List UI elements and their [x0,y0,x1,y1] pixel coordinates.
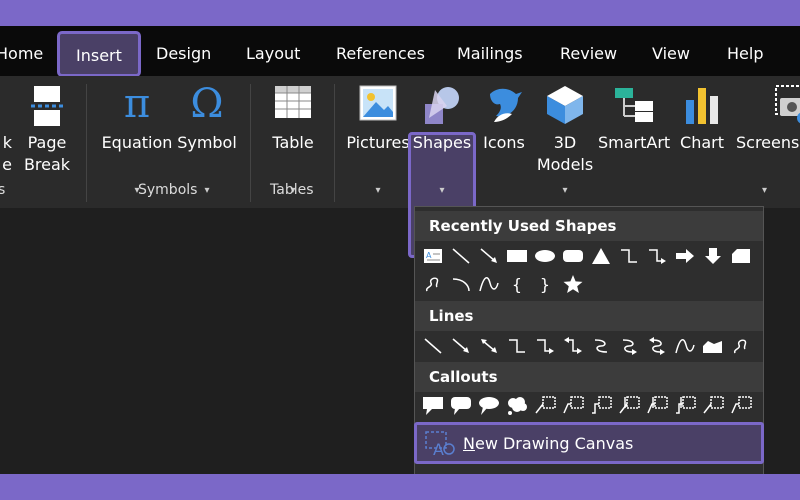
pi-icon: π [123,81,151,127]
chart-button[interactable]: Chart [674,76,730,208]
right-arrow-icon[interactable] [671,243,699,269]
line-icon[interactable] [447,243,475,269]
group-divider [334,84,335,202]
table-icon [273,84,313,126]
curved-arrow-icon[interactable] [615,333,643,359]
triangle-icon[interactable] [587,243,615,269]
smartart-button[interactable]: SmartArt [598,76,670,208]
rectangular-callout-icon[interactable] [419,393,447,419]
tab-review[interactable]: Review [560,26,617,76]
tab-layout[interactable]: Layout [246,26,300,76]
line-callout-2-icon[interactable] [559,393,587,419]
arc-icon[interactable] [447,271,475,297]
arrow-line-icon[interactable] [475,243,503,269]
tab-mailings[interactable]: Mailings [457,26,523,76]
left-brace-icon[interactable]: { [503,271,531,297]
new-drawing-canvas-item[interactable]: A New Drawing Canvas [414,422,764,464]
tab-insert[interactable]: Insert [57,31,141,77]
recent-shapes-row: A [419,243,755,269]
bordered-callout-2-icon[interactable] [727,393,755,419]
elbow-double-arrow-icon[interactable] [559,333,587,359]
svg-text:A: A [426,251,432,260]
shapes-icon [421,84,463,132]
cube-icon [545,84,585,132]
rounded-callout-icon[interactable] [447,393,475,419]
line-callout-3-icon[interactable] [587,393,615,419]
icons-button[interactable]: Icons [476,76,532,208]
down-arrow-icon[interactable] [699,243,727,269]
line-callout-accent-2-icon[interactable] [643,393,671,419]
elbow-arrow-connector-icon[interactable] [643,243,671,269]
drawing-canvas-icon: A [425,431,455,461]
page-break-button[interactable]: Page Break [20,76,74,208]
curve-icon[interactable] [475,271,503,297]
curved-connector-icon[interactable] [587,333,615,359]
pictures-button[interactable]: Pictures ▾ [346,76,410,208]
screenshot-button[interactable]: Screenshot ▾ [736,76,800,208]
curved-double-arrow-icon[interactable] [643,333,671,359]
page-break-icon [29,84,65,134]
scribble-icon[interactable] [727,333,755,359]
line-icon[interactable] [419,333,447,359]
word-window: Home Insert Design Layout References Mai… [0,26,800,474]
chevron-down-icon: ▾ [562,185,568,196]
recent-shapes-row: {} [419,271,587,297]
bordered-callout-1-icon[interactable] [699,393,727,419]
new-drawing-canvas-label: New Drawing Canvas [463,434,633,453]
cloud-callout-icon[interactable] [503,393,531,419]
chevron-down-icon: ▾ [375,185,381,196]
freeform-icon[interactable] [699,333,727,359]
group-divider [250,84,251,202]
snip-rectangle-icon[interactable] [727,243,755,269]
chevron-down-icon: ▾ [762,185,768,196]
oval-callout-icon[interactable] [475,393,503,419]
recently-used-shapes-header: Recently Used Shapes [415,211,763,241]
menu-tab-bar: Home Insert Design Layout References Mai… [0,26,800,77]
elbow-connector-icon[interactable] [615,243,643,269]
tab-help[interactable]: Help [727,26,763,76]
pages-group-label: s [0,182,6,198]
oval-icon[interactable] [531,243,559,269]
ribbon-insert: ke Page Break s π Equation ▾ Ω Symbol ▾ … [0,76,800,258]
tab-home[interactable]: Home [0,26,43,76]
bird-icon [484,84,524,132]
callouts-row [419,393,755,419]
elbow-arrow-icon[interactable] [531,333,559,359]
3d-models-button[interactable]: 3D Models ▾ [536,76,594,208]
omega-icon: Ω [190,81,224,127]
symbols-group-label: Symbols [138,182,198,198]
curve-icon[interactable] [671,333,699,359]
smartart-icon [613,84,655,132]
star-icon[interactable] [559,271,587,297]
pictures-icon [358,84,398,128]
rectangle-icon[interactable] [503,243,531,269]
tab-view[interactable]: View [652,26,690,76]
freeform-scribble-icon[interactable] [419,271,447,297]
chart-icon [682,84,722,132]
callouts-header: Callouts [415,362,763,392]
line-callout-1-icon[interactable] [531,393,559,419]
elbow-connector-icon[interactable] [503,333,531,359]
double-arrow-line-icon[interactable] [475,333,503,359]
lines-header: Lines [415,301,763,331]
group-divider [86,84,87,202]
tab-references[interactable]: References [336,26,425,76]
access-key-letter: N [463,434,475,453]
shapes-button[interactable]: Shapes ▾ [410,76,474,208]
arrow-line-icon[interactable] [447,333,475,359]
text-box-icon[interactable]: A [419,243,447,269]
line-callout-accent-1-icon[interactable] [615,393,643,419]
line-callout-accent-3-icon[interactable] [671,393,699,419]
tables-group-label: Tables [270,182,314,198]
chevron-down-icon: ▾ [439,185,445,196]
svg-text:A: A [433,440,444,457]
rounded-rectangle-icon[interactable] [559,243,587,269]
lines-row [419,333,755,359]
new-drawing-canvas-text: ew Drawing Canvas [474,434,634,453]
right-brace-icon[interactable]: } [531,271,559,297]
tab-design[interactable]: Design [156,26,211,76]
screenshot-icon [772,84,800,132]
